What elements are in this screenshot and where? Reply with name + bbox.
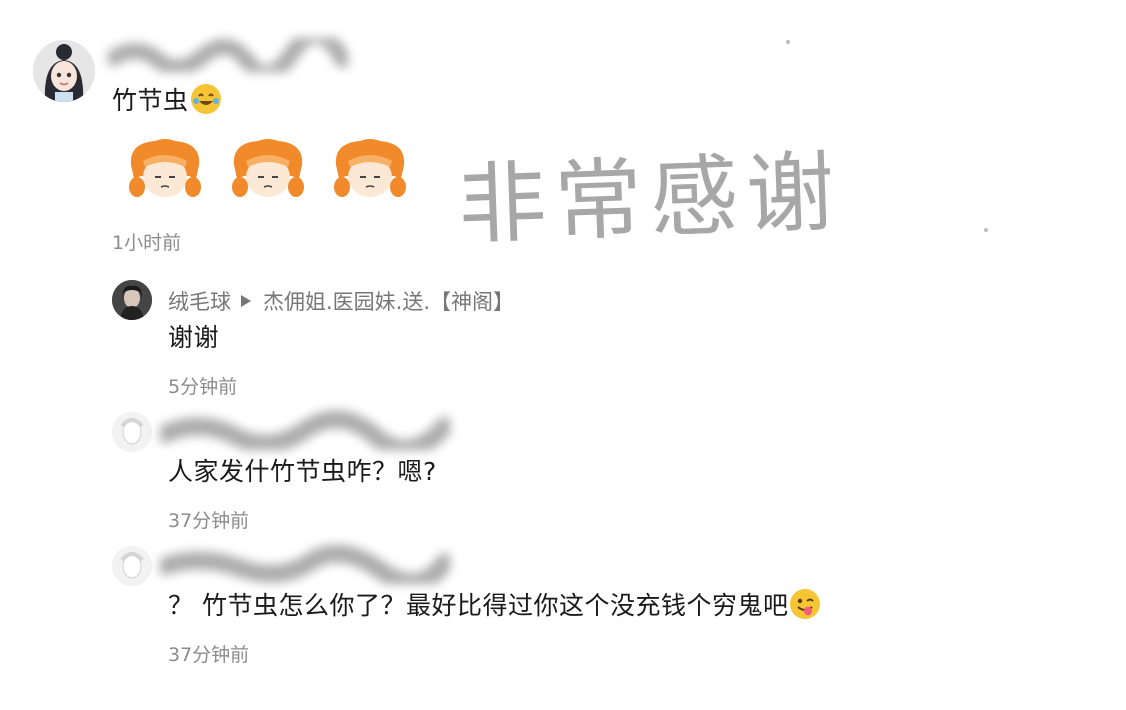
reply-avatar[interactable] bbox=[112, 412, 152, 452]
reply-time: 37分钟前 bbox=[168, 510, 250, 532]
reply-time: 5分钟前 bbox=[168, 376, 238, 398]
reply-text: 谢谢 bbox=[168, 323, 220, 352]
redacted-username-scribble bbox=[156, 410, 454, 458]
avatar-girl-image bbox=[33, 40, 95, 102]
avatar-sketch-image bbox=[112, 546, 152, 586]
redacted-username-scribble bbox=[156, 544, 454, 592]
reply-to-username[interactable]: 杰佣姐.医园妹.送.【神阁】 bbox=[263, 290, 514, 314]
comment-text: 竹节虫 bbox=[112, 86, 189, 115]
triangle-right-icon bbox=[241, 295, 251, 307]
reply-header: 绒毛球 杰佣姐.医园妹.送.【神阁】 bbox=[168, 286, 514, 316]
speck-dot bbox=[786, 40, 790, 44]
speck-dot bbox=[984, 228, 988, 232]
reply-text: ？ 竹节虫怎么你了？最好比得过你这个没充钱个穷鬼吧 bbox=[168, 591, 789, 620]
chibi-sticker-icon bbox=[232, 139, 304, 197]
laugh-emoji-icon bbox=[190, 84, 221, 114]
comment-text-row: 竹节虫 bbox=[112, 81, 221, 117]
chibi-sticker-icon bbox=[334, 139, 406, 197]
handwritten-watermark: 非常感谢 bbox=[456, 140, 844, 257]
chibi-sticker-icon bbox=[129, 139, 201, 197]
tongue-wink-emoji-icon bbox=[790, 589, 821, 619]
reply-username[interactable]: 绒毛球 bbox=[168, 290, 231, 314]
comment-time: 1小时前 bbox=[112, 232, 182, 254]
avatar-photo-image bbox=[112, 280, 152, 320]
avatar-sketch-image bbox=[112, 412, 152, 452]
reply-avatar[interactable] bbox=[112, 546, 152, 586]
reply-text: 人家发什竹节虫咋？嗯? bbox=[168, 457, 437, 486]
reply-avatar[interactable] bbox=[112, 280, 152, 320]
reply-text-row: ？ 竹节虫怎么你了？最好比得过你这个没充钱个穷鬼吧 bbox=[168, 586, 821, 622]
redacted-username-scribble bbox=[105, 27, 351, 82]
reply-time: 37分钟前 bbox=[168, 644, 250, 666]
commenter-avatar[interactable] bbox=[33, 40, 95, 102]
